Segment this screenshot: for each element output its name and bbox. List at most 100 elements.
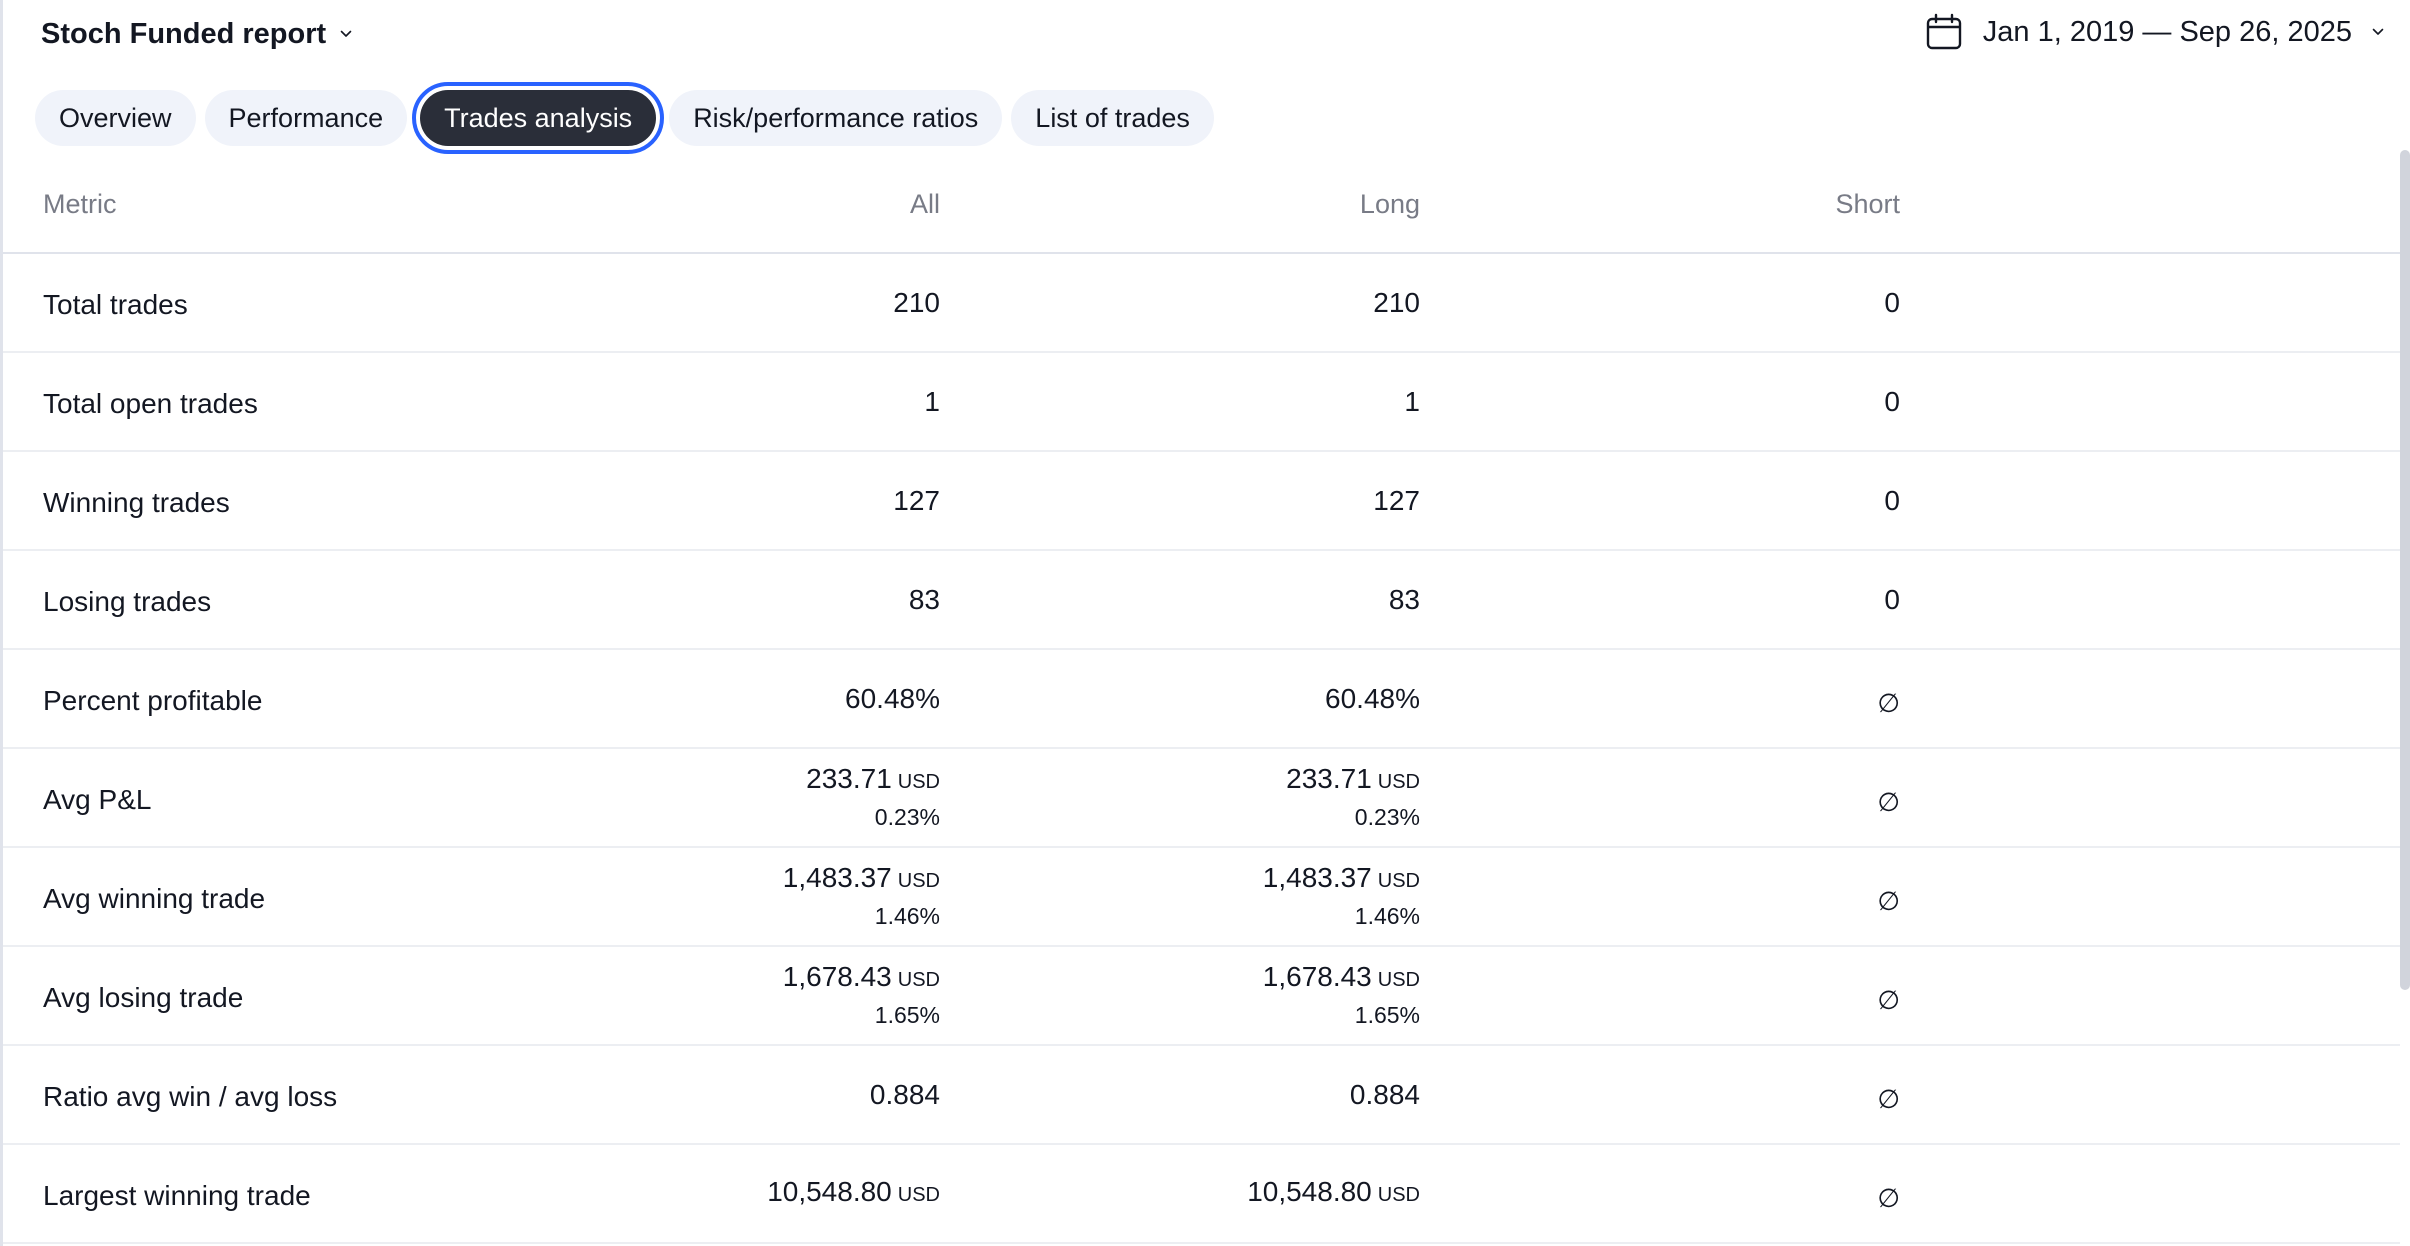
- cell-long: 1,678.43 USD 1.65%: [1263, 947, 1420, 1044]
- cell-value: 0: [1884, 286, 1900, 318]
- cell-all: 1: [924, 353, 940, 450]
- cell-short: 0: [1884, 551, 1900, 648]
- cell-short: 0: [1884, 452, 1900, 549]
- metric-label: Ratio avg win / avg loss: [43, 1080, 338, 1112]
- tab-trades-analysis[interactable]: Trades analysis: [412, 82, 665, 154]
- cell-value: 0.884: [1349, 1078, 1420, 1110]
- cell-value-line: 0: [1884, 384, 1900, 420]
- cell-value: 233.71: [1286, 763, 1372, 794]
- cell-short: 0: [1884, 353, 1900, 450]
- cell-percent: 1.65%: [874, 1002, 940, 1028]
- report-tabs: Overview Performance Trades analysis Ris…: [35, 82, 1214, 154]
- cell-value-line: 1: [1404, 384, 1420, 420]
- cell-value-line: ∅: [1877, 1073, 1900, 1117]
- cell-long: 83: [1389, 551, 1420, 648]
- table-header: Metric All Long Short: [3, 170, 2407, 254]
- cell-value-line: 127: [893, 483, 940, 519]
- cell-value-line: ∅: [1877, 875, 1900, 919]
- cell-value-line: 210: [893, 285, 940, 321]
- cell-value: ∅: [1877, 1083, 1900, 1114]
- table-row: Largest winning trade 10,548.80 USD 10,548.…: [3, 1145, 2407, 1244]
- cell-all: 127: [893, 452, 940, 549]
- cell-all: 1,483.37 USD 1.46%: [783, 848, 940, 945]
- tab-list-of-trades[interactable]: List of trades: [1011, 90, 1214, 146]
- tab-overview[interactable]: Overview: [35, 90, 196, 146]
- chevron-down-icon: [2372, 28, 2384, 35]
- metric-label: Total open trades: [43, 387, 258, 419]
- cell-all: 210: [893, 254, 940, 351]
- cell-value: 1: [924, 385, 940, 417]
- cell-value-line: 0.884: [870, 1077, 940, 1113]
- cell-value-line: 233.71 USD: [806, 761, 940, 800]
- date-range-picker[interactable]: Jan 1, 2019 — Sep 26, 2025: [1925, 10, 2384, 54]
- report-title-dropdown[interactable]: Stoch Funded report: [41, 12, 352, 56]
- cell-short: ∅: [1877, 650, 1900, 747]
- cell-long: 1: [1404, 353, 1420, 450]
- currency-unit: USD: [1377, 969, 1420, 991]
- cell-percent: 1.46%: [874, 903, 940, 929]
- cell-value: 60.48%: [1325, 682, 1420, 714]
- cell-long: 233.71 USD 0.23%: [1286, 749, 1420, 846]
- cell-value-line: ∅: [1877, 974, 1900, 1018]
- scrollbar-thumb[interactable]: [2400, 150, 2410, 990]
- cell-value-line: 0.884: [1350, 1077, 1420, 1113]
- cell-value: 0.884: [869, 1078, 940, 1110]
- cell-percent: 0.23%: [1354, 804, 1420, 830]
- cell-long: 210: [1373, 254, 1420, 351]
- cell-short: ∅: [1877, 1145, 1900, 1242]
- cell-value-line: 83: [909, 582, 940, 618]
- cell-value-line: 10,548.80 USD: [767, 1174, 940, 1213]
- cell-all: 1,678.43 USD 1.65%: [783, 947, 940, 1044]
- currency-unit: USD: [1377, 870, 1420, 892]
- cell-value: 1,483.37: [1262, 862, 1372, 893]
- cell-all: 0.884: [870, 1046, 940, 1143]
- cell-value: 1: [1404, 385, 1420, 417]
- metric-label: Avg winning trade: [43, 882, 266, 914]
- cell-all: 233.71 USD 0.23%: [806, 749, 940, 846]
- cell-value-line: 233.71 USD: [1286, 761, 1420, 800]
- tab-performance[interactable]: Performance: [204, 90, 408, 146]
- metric-label: Largest winning trade: [43, 1179, 311, 1211]
- cell-all: 10,548.80 USD: [767, 1145, 940, 1242]
- cell-short: 0: [1884, 254, 1900, 351]
- table-row: Avg losing trade 1,678.43 USD 1.65% 1,678.43…: [3, 947, 2407, 1046]
- cell-value-line: 60.48%: [1325, 681, 1420, 717]
- cell-value-line: 127: [1373, 483, 1420, 519]
- table-row: Total trades 210 210 0: [3, 254, 2407, 353]
- cell-value: ∅: [1877, 885, 1900, 916]
- cell-value: ∅: [1877, 1182, 1900, 1213]
- cell-value-line: ∅: [1877, 1172, 1900, 1216]
- cell-long: 1,483.37 USD 1.46%: [1263, 848, 1420, 945]
- cell-short: ∅: [1877, 1046, 1900, 1143]
- cell-value-line: 0: [1884, 285, 1900, 321]
- column-header-all: All: [909, 189, 940, 219]
- cell-value-line: 83: [1389, 582, 1420, 618]
- cell-value: 60.48%: [845, 682, 940, 714]
- currency-unit: USD: [897, 771, 940, 793]
- cell-value: 1,678.43: [1262, 961, 1372, 992]
- cell-value: 10,548.80: [1247, 1176, 1372, 1207]
- metric-label: Percent profitable: [43, 684, 263, 716]
- cell-short: ∅: [1877, 749, 1900, 846]
- table-row: Total open trades 1 1 0: [3, 353, 2407, 452]
- currency-unit: USD: [897, 870, 940, 892]
- table-row: Losing trades 83 83 0: [3, 551, 2407, 650]
- currency-unit: USD: [897, 969, 940, 991]
- cell-value: ∅: [1877, 984, 1900, 1015]
- tab-risk-performance-ratios[interactable]: Risk/performance ratios: [669, 90, 1003, 146]
- cell-value: 1,483.37: [782, 862, 892, 893]
- cell-long: 127: [1373, 452, 1420, 549]
- cell-value-line: 1,678.43 USD: [1263, 959, 1420, 998]
- cell-value-line: 1,483.37 USD: [783, 860, 940, 899]
- cell-value: 83: [1388, 583, 1420, 615]
- calendar-icon: [1926, 13, 1961, 50]
- chevron-down-icon: [340, 30, 352, 37]
- cell-value-line: 1,483.37 USD: [1263, 860, 1420, 899]
- cell-value-line: 1: [924, 384, 940, 420]
- cell-value-line: ∅: [1877, 677, 1900, 721]
- cell-percent: 1.65%: [1354, 1002, 1420, 1028]
- cell-long: 0.884: [1350, 1046, 1420, 1143]
- cell-percent: 0.23%: [874, 804, 940, 830]
- table-row: Ratio avg win / avg loss 0.884 0.884 ∅: [3, 1046, 2407, 1145]
- cell-value-line: 10,548.80 USD: [1247, 1174, 1420, 1213]
